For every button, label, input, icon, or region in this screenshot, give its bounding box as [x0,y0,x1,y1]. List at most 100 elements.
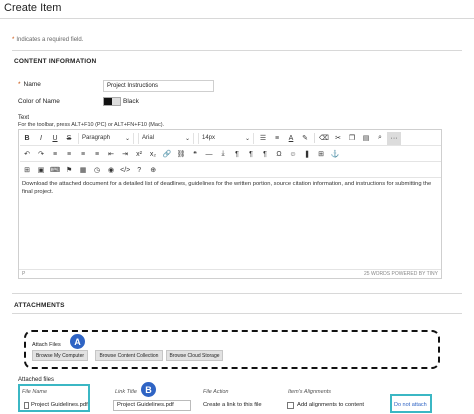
content-information-heading: CONTENT INFORMATION [14,58,97,65]
required-note-text: Indicates a required field. [16,37,84,43]
numbered-list-icon[interactable]: ≡ [270,132,284,145]
divider [12,313,462,314]
required-star: * [12,37,15,43]
column-header-link-title: Link Title [115,389,137,395]
bold-button[interactable]: B [20,132,34,145]
chevron-down-icon: ⌄ [184,135,190,142]
rtl-icon[interactable]: ¶ [244,148,258,161]
clock-icon[interactable]: ◷ [90,164,104,177]
divider [12,50,462,51]
color-of-name-label: Color of Name [18,98,60,105]
add-content-icon[interactable]: ⊕ [146,164,160,177]
grid-icon[interactable]: ⊞ [20,164,34,177]
title-divider [0,18,474,19]
editor-content[interactable]: Download the attached document for a det… [22,180,438,196]
toolbar-hint: For the toolbar, press ALT+F10 (PC) or A… [18,122,165,128]
preview-eye-icon[interactable]: ◉ [104,164,118,177]
table-icon[interactable]: ⊞ [314,148,328,161]
font-family-value: Arial [142,135,155,141]
subscript-icon[interactable]: x₂ [146,148,160,161]
page-break-icon[interactable]: ⤓ [216,148,230,161]
editor-toolbar-row-1: B I U S Paragraph ⌄ Arial ⌄ 14px ⌄ ☰ ≡ A ✎ … [20,131,441,146]
editor-status-bar: P 25 WORDS POWERED BY TINY [19,269,441,278]
anchor-icon[interactable]: ⚓ [328,148,342,161]
find-icon[interactable]: ⌕ [373,132,387,145]
link-title-input[interactable]: Project Guidelines.pdf [113,400,191,411]
ltr-icon[interactable]: ¶ [230,148,244,161]
align-right-icon[interactable]: ≡ [76,148,90,161]
emoji-icon[interactable]: ☺ [286,148,300,161]
alignment-checkbox[interactable] [287,402,294,409]
strikethrough-button[interactable]: S [62,132,76,145]
font-color-icon[interactable]: A [284,132,298,145]
word-count: 25 WORDS POWERED BY TINY [364,271,438,277]
name-label: * Name [18,81,41,88]
link-icon[interactable]: 🔗 [160,148,174,161]
callout-badge-b: B [141,382,156,397]
paragraph-format-value: Paragraph [82,135,111,141]
indent-icon[interactable]: ⇥ [118,148,132,161]
paste-icon[interactable]: ▤ [359,132,373,145]
column-header-file-action: File Action [203,389,229,395]
font-family-select[interactable]: Arial ⌄ [138,132,194,144]
attached-file-name: Project Guidelines.pdf [31,402,88,408]
redo-icon[interactable]: ↷ [34,148,48,161]
superscript-icon[interactable]: x² [132,148,146,161]
italic-button[interactable]: I [34,132,48,145]
more-options-icon[interactable]: ··· [387,131,401,145]
rich-text-editor[interactable]: B I U S Paragraph ⌄ Arial ⌄ 14px ⌄ ☰ ≡ A ✎ … [18,129,442,279]
align-left-icon[interactable]: ≡ [48,148,62,161]
cut-icon[interactable]: ✂ [331,132,345,145]
column-header-file-name: File Name [22,389,48,395]
do-not-attach-link[interactable]: Do not attach [394,402,427,408]
element-path: P [22,271,26,277]
help-icon[interactable]: ? [132,164,146,177]
editor-toolbar-row-2: ↶ ↷ ≡ ≡ ≡ ≡ ⇤ ⇥ x² x₂ 🔗 ⛓ ❝ ― ⤓ ¶ ¶ ¶ Ω … [20,147,441,162]
file-icon [24,402,29,409]
justify-icon[interactable]: ≡ [90,148,104,161]
chevron-down-icon: ⌄ [244,135,250,142]
editor-toolbar-row-3: ⊞ ▣ ⌨ ⚑ ▦ ◷ ◉ </> ? ⊕ [20,163,441,178]
font-size-select[interactable]: 14px ⌄ [198,132,254,144]
unlink-icon[interactable]: ⛓ [174,148,188,161]
required-star: * [18,81,21,88]
text-label: Text [18,115,30,121]
column-header-alignments: Item's Alignments [288,389,332,395]
toolbar-separator [314,133,315,143]
paragraph-mark-icon[interactable]: ¶ [258,148,272,161]
media-icon[interactable]: ⚑ [62,164,76,177]
chevron-down-icon: ⌄ [124,135,130,142]
bookmark-icon[interactable]: ❚ [300,148,314,161]
divider [12,293,462,294]
align-center-icon[interactable]: ≡ [62,148,76,161]
callout-badge-a: A [70,334,85,349]
name-input[interactable]: Project Instructions [103,80,214,92]
code-sample-icon[interactable]: ⌨ [48,164,62,177]
attached-files-label: Attached files [18,377,55,383]
outdent-icon[interactable]: ⇤ [104,148,118,161]
browse-my-computer-button[interactable]: Browse My Computer [32,350,88,361]
color-picker[interactable] [103,97,121,106]
blockquote-icon[interactable]: ❝ [188,148,202,161]
copy-icon[interactable]: ❐ [345,132,359,145]
browse-cloud-storage-button[interactable]: Browse Cloud Storage [166,350,223,361]
clear-format-icon[interactable]: ⌫ [317,132,331,145]
document-icon[interactable]: ▦ [76,164,90,177]
paragraph-format-select[interactable]: Paragraph ⌄ [78,132,134,144]
attach-files-label: Attach Files [32,342,61,348]
source-code-icon[interactable]: </> [118,164,132,177]
add-alignments-label: Add alignments to content [297,402,365,408]
horizontal-rule-icon[interactable]: ― [202,148,216,161]
attachments-heading: ATTACHMENTS [14,302,65,309]
file-action-select[interactable]: Create a link to this file [203,402,262,408]
bulleted-list-icon[interactable]: ☰ [256,132,270,145]
highlight-icon[interactable]: ✎ [298,132,312,145]
required-note: * Indicates a required field. [12,37,83,43]
image-icon[interactable]: ▣ [34,164,48,177]
browse-content-collection-button[interactable]: Browse Content Collection [95,350,163,361]
font-size-value: 14px [202,135,216,141]
undo-icon[interactable]: ↶ [20,148,34,161]
page-title: Create Item [4,2,62,14]
special-character-icon[interactable]: Ω [272,148,286,161]
underline-button[interactable]: U [48,132,62,145]
